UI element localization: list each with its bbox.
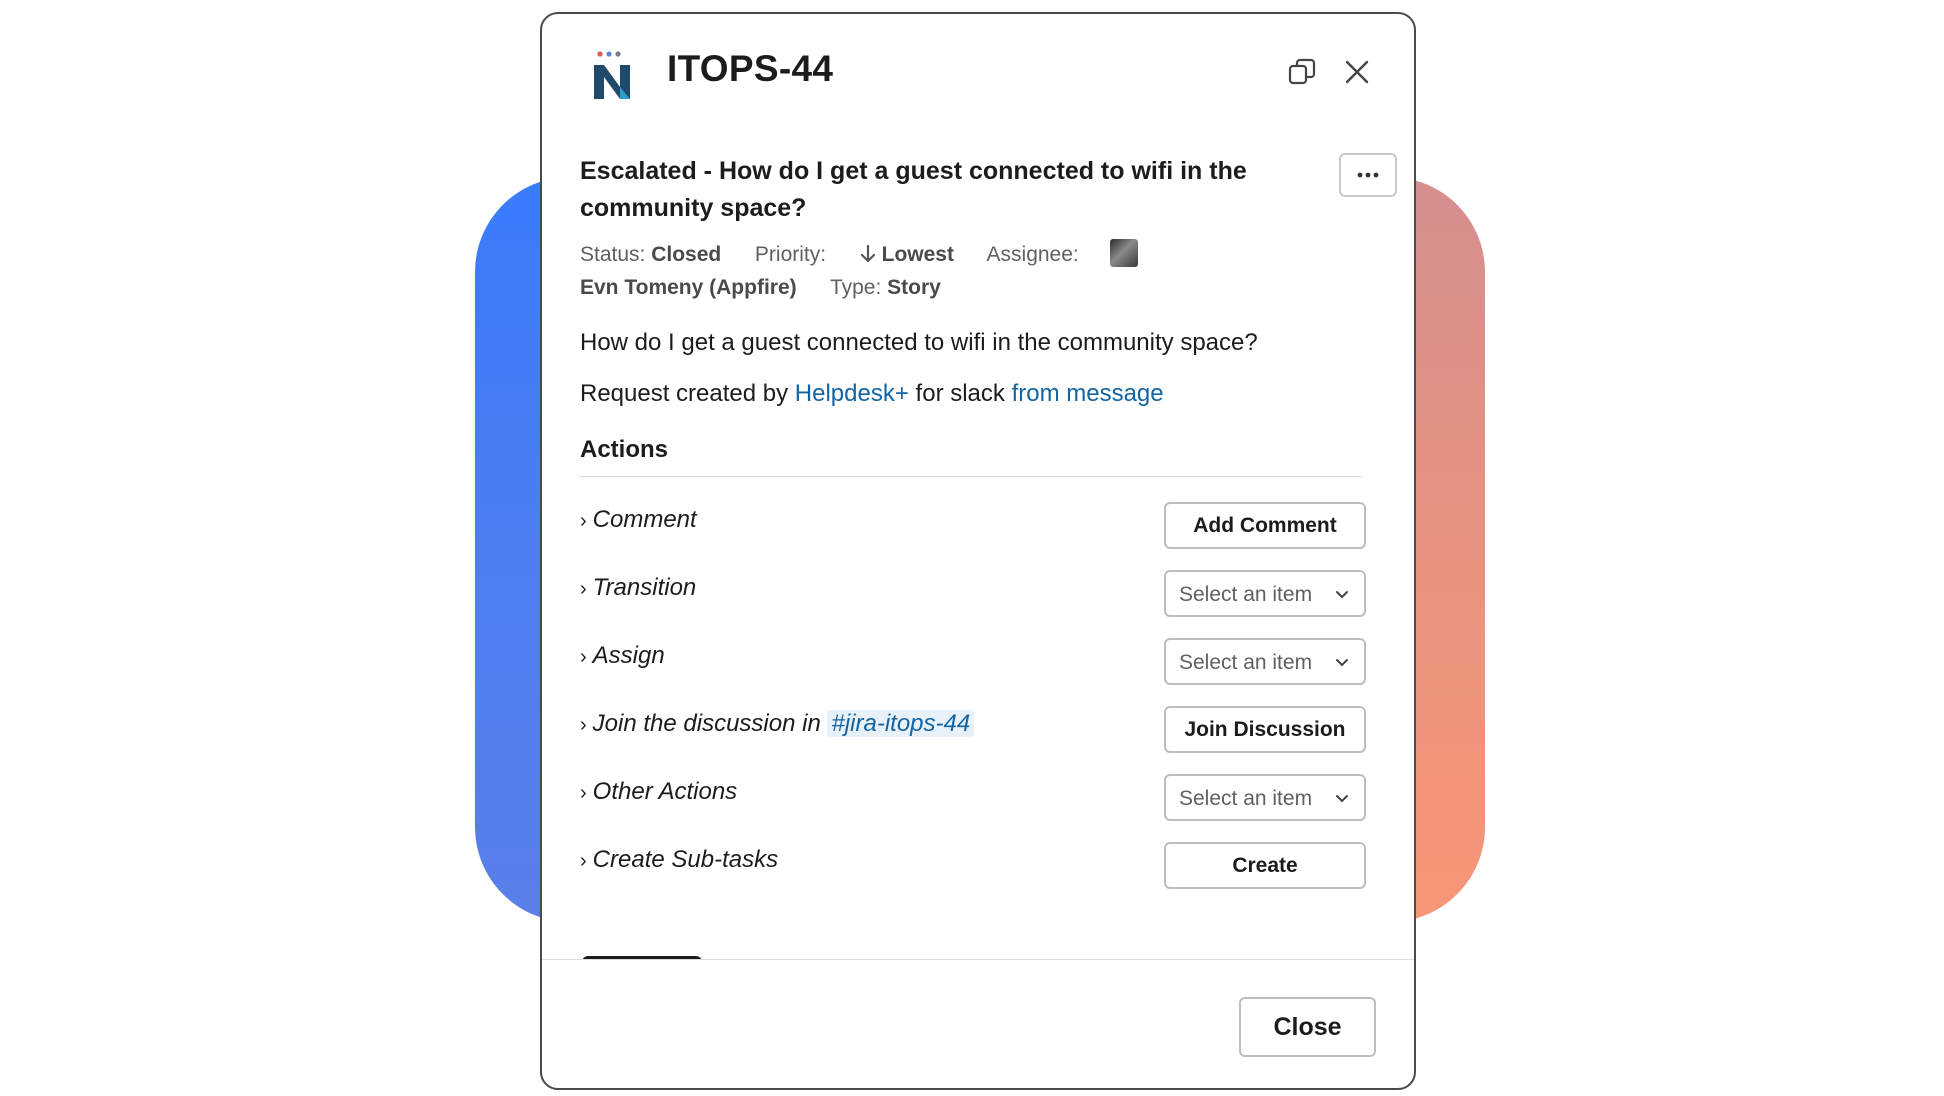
assign-label: Assign [592,642,665,669]
transition-select[interactable]: Select an item [1164,570,1366,617]
close-icon [1345,60,1369,84]
actions-divider [580,476,1362,477]
other-actions-toggle[interactable]: › Other Actions [580,778,737,806]
type-value: Story [887,276,941,299]
close-x-button[interactable] [1337,52,1377,92]
other-actions-select-placeholder: Select an item [1179,787,1313,810]
issue-description: How do I get a guest connected to wifi i… [580,329,1258,356]
footer-divider [542,959,1414,960]
type-label: Type: [829,276,882,299]
action-row-comment: › Comment Add Comment [580,502,1366,552]
issue-meta-row-1: Status: Closed Priority: Lowest Assignee… [580,239,1139,267]
chevron-down-icon [1336,591,1348,599]
assign-toggle[interactable]: › Assign [580,642,665,670]
comment-label: Comment [592,506,697,533]
transition-select-placeholder: Select an item [1179,583,1313,606]
chevron-down-icon [1336,795,1348,803]
n-logo-icon [590,49,634,105]
avatar[interactable] [1110,239,1139,267]
action-row-subtasks: › Create Sub-tasks Create [580,842,1366,892]
chevron-down-icon [1336,659,1348,667]
transition-label: Transition [592,574,697,601]
subtasks-toggle[interactable]: › Create Sub-tasks [580,846,778,874]
assign-select-placeholder: Select an item [1179,651,1313,674]
join-label: Join the discussion in [592,710,821,737]
helpdesk-link[interactable]: Helpdesk+ [795,380,909,407]
subtasks-label: Create Sub-tasks [592,846,779,873]
from-message-link[interactable]: from message [1012,380,1164,407]
other-actions-select[interactable]: Select an item [1164,774,1366,821]
comment-toggle[interactable]: › Comment [580,506,697,534]
modal-header: ITOPS-44 [542,14,1414,134]
chevron-right-icon: › [580,578,587,600]
copy-button[interactable] [1282,52,1322,92]
action-row-transition: › Transition Select an item [580,570,1366,620]
join-discussion-button[interactable]: Join Discussion [1164,706,1366,753]
priority-label: Priority: [754,243,827,266]
chevron-right-icon: › [580,714,587,736]
arrow-down-icon [860,244,875,263]
actions-heading: Actions [580,436,669,463]
request-prefix: Request created by [580,380,789,407]
status-label: Status: [580,243,646,266]
other-actions-label: Other Actions [592,778,738,805]
close-button[interactable]: Close [1239,997,1376,1057]
modal-title: ITOPS-44 [667,48,834,89]
join-toggle[interactable]: › Join the discussion in #jira-itops-44 [580,710,975,738]
action-row-other: › Other Actions Select an item [580,774,1366,824]
action-row-join: › Join the discussion in #jira-itops-44 J… [580,706,1366,756]
priority-value: Lowest [881,243,954,266]
chevron-right-icon: › [580,850,587,872]
status-value: Closed [651,243,722,266]
add-comment-button[interactable]: Add Comment [1164,502,1366,549]
chevron-right-icon: › [580,510,587,532]
assignee-label: Assignee: [986,243,1079,266]
copy-icon [1288,58,1316,85]
issue-meta-row-2: Evn Tomeny (Appfire) Type: Story [580,276,941,300]
issue-title: Escalated - How do I get a guest connect… [580,157,1247,222]
assignee-name: Evn Tomeny (Appfire) [580,276,797,299]
more-button[interactable] [1339,153,1397,197]
channel-link[interactable]: #jira-itops-44 [827,710,975,737]
assign-select[interactable]: Select an item [1164,638,1366,685]
request-line: Request created by Helpdesk+ for slack f… [580,380,1164,408]
more-icon [1357,172,1379,178]
request-middle: for slack [915,380,1005,407]
action-row-assign: › Assign Select an item [580,638,1366,688]
chevron-right-icon: › [580,782,587,804]
transition-toggle[interactable]: › Transition [580,574,696,602]
create-subtasks-button[interactable]: Create [1164,842,1366,889]
chevron-right-icon: › [580,646,587,668]
issue-modal: ITOPS-44 Escalated - How do I get a gues… [540,12,1416,1090]
